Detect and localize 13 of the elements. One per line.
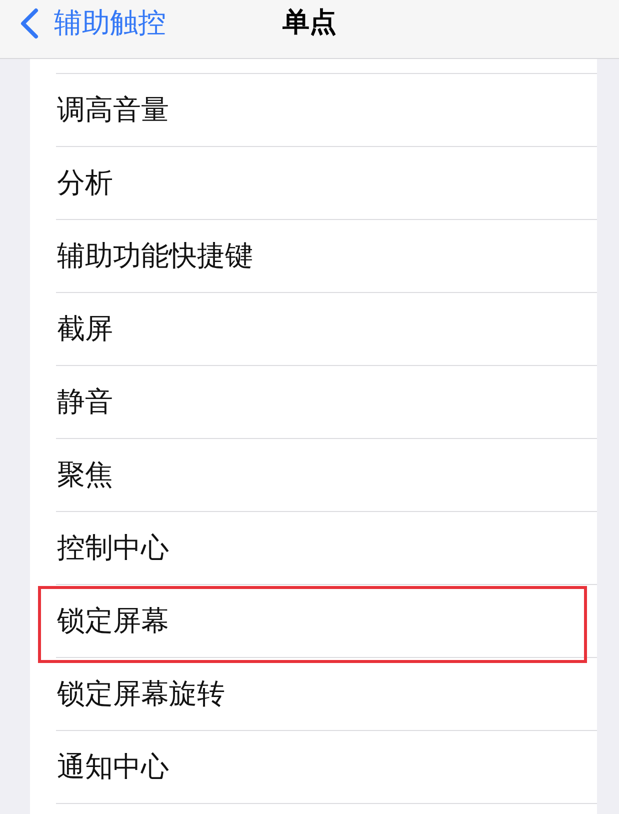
list-item[interactable]: 辅助功能快捷键 xyxy=(30,220,597,292)
list-item[interactable]: 控制中心 xyxy=(30,512,597,584)
back-button[interactable]: 辅助触控 xyxy=(19,7,166,39)
list-item[interactable]: 通知中心 xyxy=(30,731,597,803)
list-item[interactable]: 调高音量 xyxy=(30,74,597,146)
list-item[interactable]: 截屏 xyxy=(30,293,597,365)
list-item[interactable]: 聚焦 xyxy=(30,439,597,511)
back-chevron-icon xyxy=(19,8,39,38)
list-item[interactable]: 分析 xyxy=(30,147,597,219)
nav-title: 单点 xyxy=(282,7,336,39)
list-item[interactable]: 锁定屏幕旋转 xyxy=(30,658,597,730)
list-item[interactable]: 锁定屏幕 xyxy=(30,585,597,657)
list-item[interactable]: 静音 xyxy=(30,366,597,438)
